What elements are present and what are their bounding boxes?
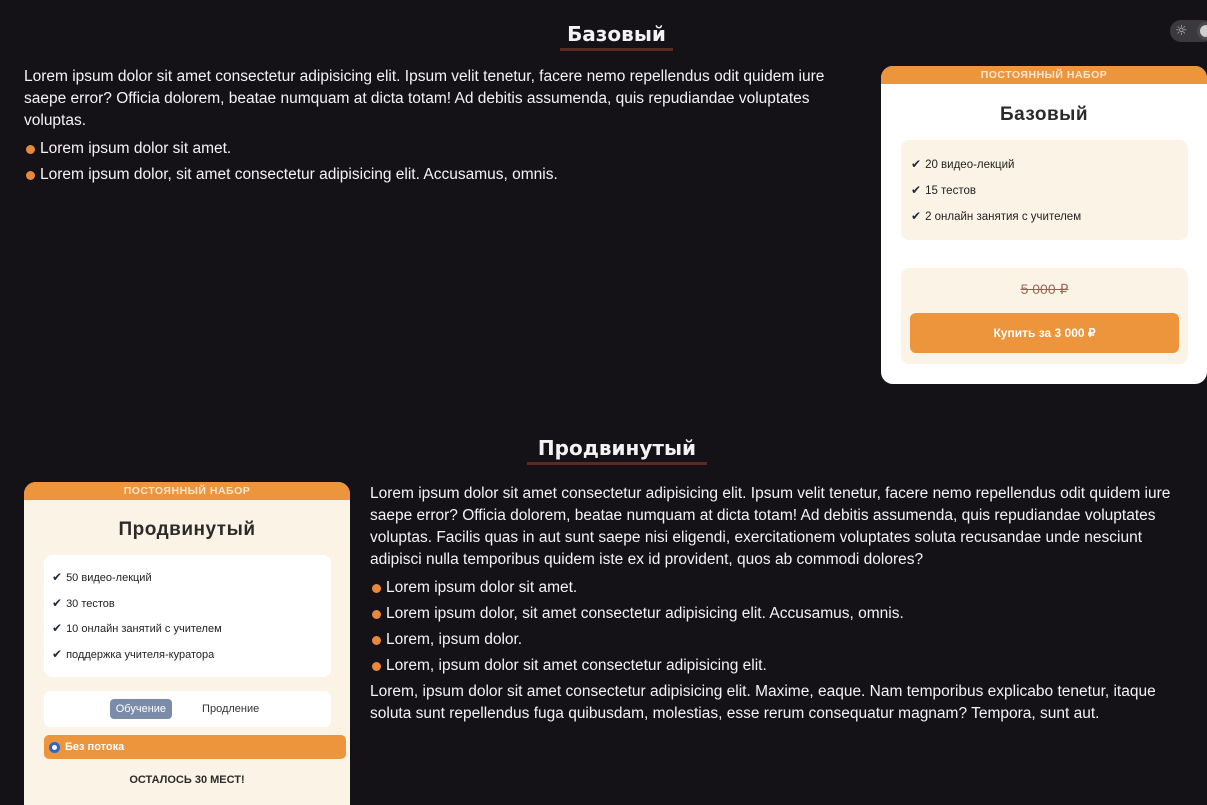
features-box: ✔ 20 видео-лекций ✔ 15 тестов ✔ 2 онлайн за…	[901, 140, 1188, 240]
list-item: Lorem ipsum dolor sit amet.	[370, 577, 1198, 599]
feature-item: ✔ поддержка учителя-куратора	[52, 642, 323, 668]
features-box: ✔ 50 видео-лекций ✔ 30 тестов ✔ 10 онлайн з…	[44, 555, 331, 677]
list-item: Lorem ipsum dolor, sit amet consectetur …	[24, 164, 854, 186]
radio-selected-icon[interactable]	[49, 741, 60, 753]
bullet-icon	[372, 610, 381, 619]
bullet-icon	[372, 636, 381, 645]
buy-button[interactable]: Купить за 3 000 ₽	[910, 313, 1179, 353]
bullet-icon	[372, 662, 381, 671]
price-box: 5 000 ₽ Купить за 3 000 ₽	[901, 268, 1188, 364]
bullet-list: Lorem ipsum dolor sit amet. Lorem ipsum …	[24, 138, 854, 186]
check-icon: ✔	[52, 595, 63, 610]
old-price: 5 000 ₽	[1020, 281, 1069, 297]
feature-item: ✔ 30 тестов	[52, 591, 323, 617]
feature-text: поддержка учителя-куратора	[66, 648, 215, 661]
feature-text: 10 онлайн занятий с учителем	[66, 623, 222, 635]
list-item: Lorem ipsum dolor, sit amet consectetur …	[370, 603, 1198, 625]
card-title: Продвинутый	[118, 519, 256, 540]
paragraph: Lorem ipsum dolor sit amet consectetur a…	[370, 485, 1171, 568]
list-item: Lorem, ipsum dolor sit amet consectetur …	[370, 655, 1198, 677]
list-item-text: Lorem ipsum dolor, sit amet consectetur …	[386, 605, 904, 622]
section-title-advanced-text: Продвинутый	[537, 436, 697, 460]
section-title-advanced: Продвинутый	[527, 436, 707, 465]
feature-item: ✔ 20 видео-лекций	[911, 151, 1178, 177]
check-icon: ✔	[911, 209, 922, 223]
card-ribbon: ПОСТОЯННЫЙ НАБОР	[24, 482, 350, 500]
list-item-text: Lorem ipsum dolor sit amet.	[40, 140, 232, 157]
section-title-basic: Базовый	[560, 22, 673, 51]
check-icon: ✔	[52, 646, 63, 661]
bullet-icon	[372, 584, 381, 593]
card-ribbon: ПОСТОЯННЫЙ НАБОР	[881, 66, 1207, 84]
toggle-knob	[1197, 22, 1207, 40]
feature-text: 15 тестов	[925, 185, 976, 197]
list-item: Lorem ipsum dolor sit amet.	[24, 138, 854, 160]
sun-icon: ☼	[1175, 23, 1188, 39]
list-item-text: Lorem, ipsum dolor sit amet consectetur …	[386, 657, 767, 674]
plan-tabs: Обучение Продление	[44, 691, 331, 727]
check-icon: ✔	[911, 183, 922, 197]
feature-text: 20 видео-лекций	[925, 159, 1015, 171]
tab-learning[interactable]: Обучение	[109, 699, 173, 719]
page: ☼ Базовый Lorem ipsum dolor sit amet con…	[0, 0, 1207, 805]
card-title: Базовый	[999, 104, 1089, 125]
feature-text: 2 онлайн занятия с учителем	[925, 211, 1082, 223]
feature-item: ✔ 2 онлайн занятия с учителем	[911, 203, 1178, 229]
pricing-card-basic: ПОСТОЯННЫЙ НАБОР Базовый ✔ 20 видео-лекци…	[881, 66, 1207, 384]
tab-renewal[interactable]: Продление	[196, 699, 265, 719]
check-icon: ✔	[52, 621, 63, 635]
check-icon: ✔	[911, 157, 922, 171]
section-text-basic: Lorem ipsum dolor sit amet consectetur a…	[24, 66, 854, 190]
section-text-advanced: Lorem ipsum dolor sit amet consectetur a…	[370, 483, 1198, 731]
list-item-text: Lorem ipsum dolor, sit amet consectetur …	[40, 166, 558, 183]
feature-text: 30 тестов	[66, 597, 115, 610]
paragraph: Lorem, ipsum dolor sit amet consectetur …	[370, 683, 1156, 722]
feature-text: 50 видео-лекций	[66, 572, 152, 584]
features-list: ✔ 20 видео-лекций ✔ 15 тестов ✔ 2 онлайн за…	[911, 151, 1178, 229]
feature-item: ✔ 50 видео-лекций	[52, 565, 323, 591]
stream-option[interactable]: Без потока	[44, 735, 346, 759]
seats-left: ОСТАЛОСЬ 30 МЕСТ!	[129, 774, 245, 786]
bullet-list: Lorem ipsum dolor sit amet. Lorem ipsum …	[370, 577, 1198, 677]
bullet-icon	[26, 171, 35, 180]
bullet-icon	[26, 145, 35, 154]
list-item-text: Lorem ipsum dolor sit amet.	[386, 579, 578, 596]
section-title-basic-text: Базовый	[567, 22, 666, 46]
pricing-card-advanced: ПОСТОЯННЫЙ НАБОР Продвинутый ✔ 50 видео-л…	[24, 482, 350, 805]
stream-option-label: Без потока	[65, 741, 125, 753]
feature-item: ✔ 15 тестов	[911, 177, 1178, 203]
theme-toggle[interactable]: ☼	[1170, 20, 1207, 42]
features-list: ✔ 50 видео-лекций ✔ 30 тестов ✔ 10 онлайн з…	[52, 565, 323, 667]
feature-item: ✔ 10 онлайн занятий с учителем	[52, 616, 323, 642]
list-item-text: Lorem, ipsum dolor.	[386, 631, 523, 648]
title-underline	[527, 462, 707, 465]
paragraph: Lorem ipsum dolor sit amet consectetur a…	[24, 68, 825, 129]
title-underline	[560, 48, 673, 51]
check-icon: ✔	[52, 570, 63, 584]
list-item: Lorem, ipsum dolor.	[370, 629, 1198, 651]
